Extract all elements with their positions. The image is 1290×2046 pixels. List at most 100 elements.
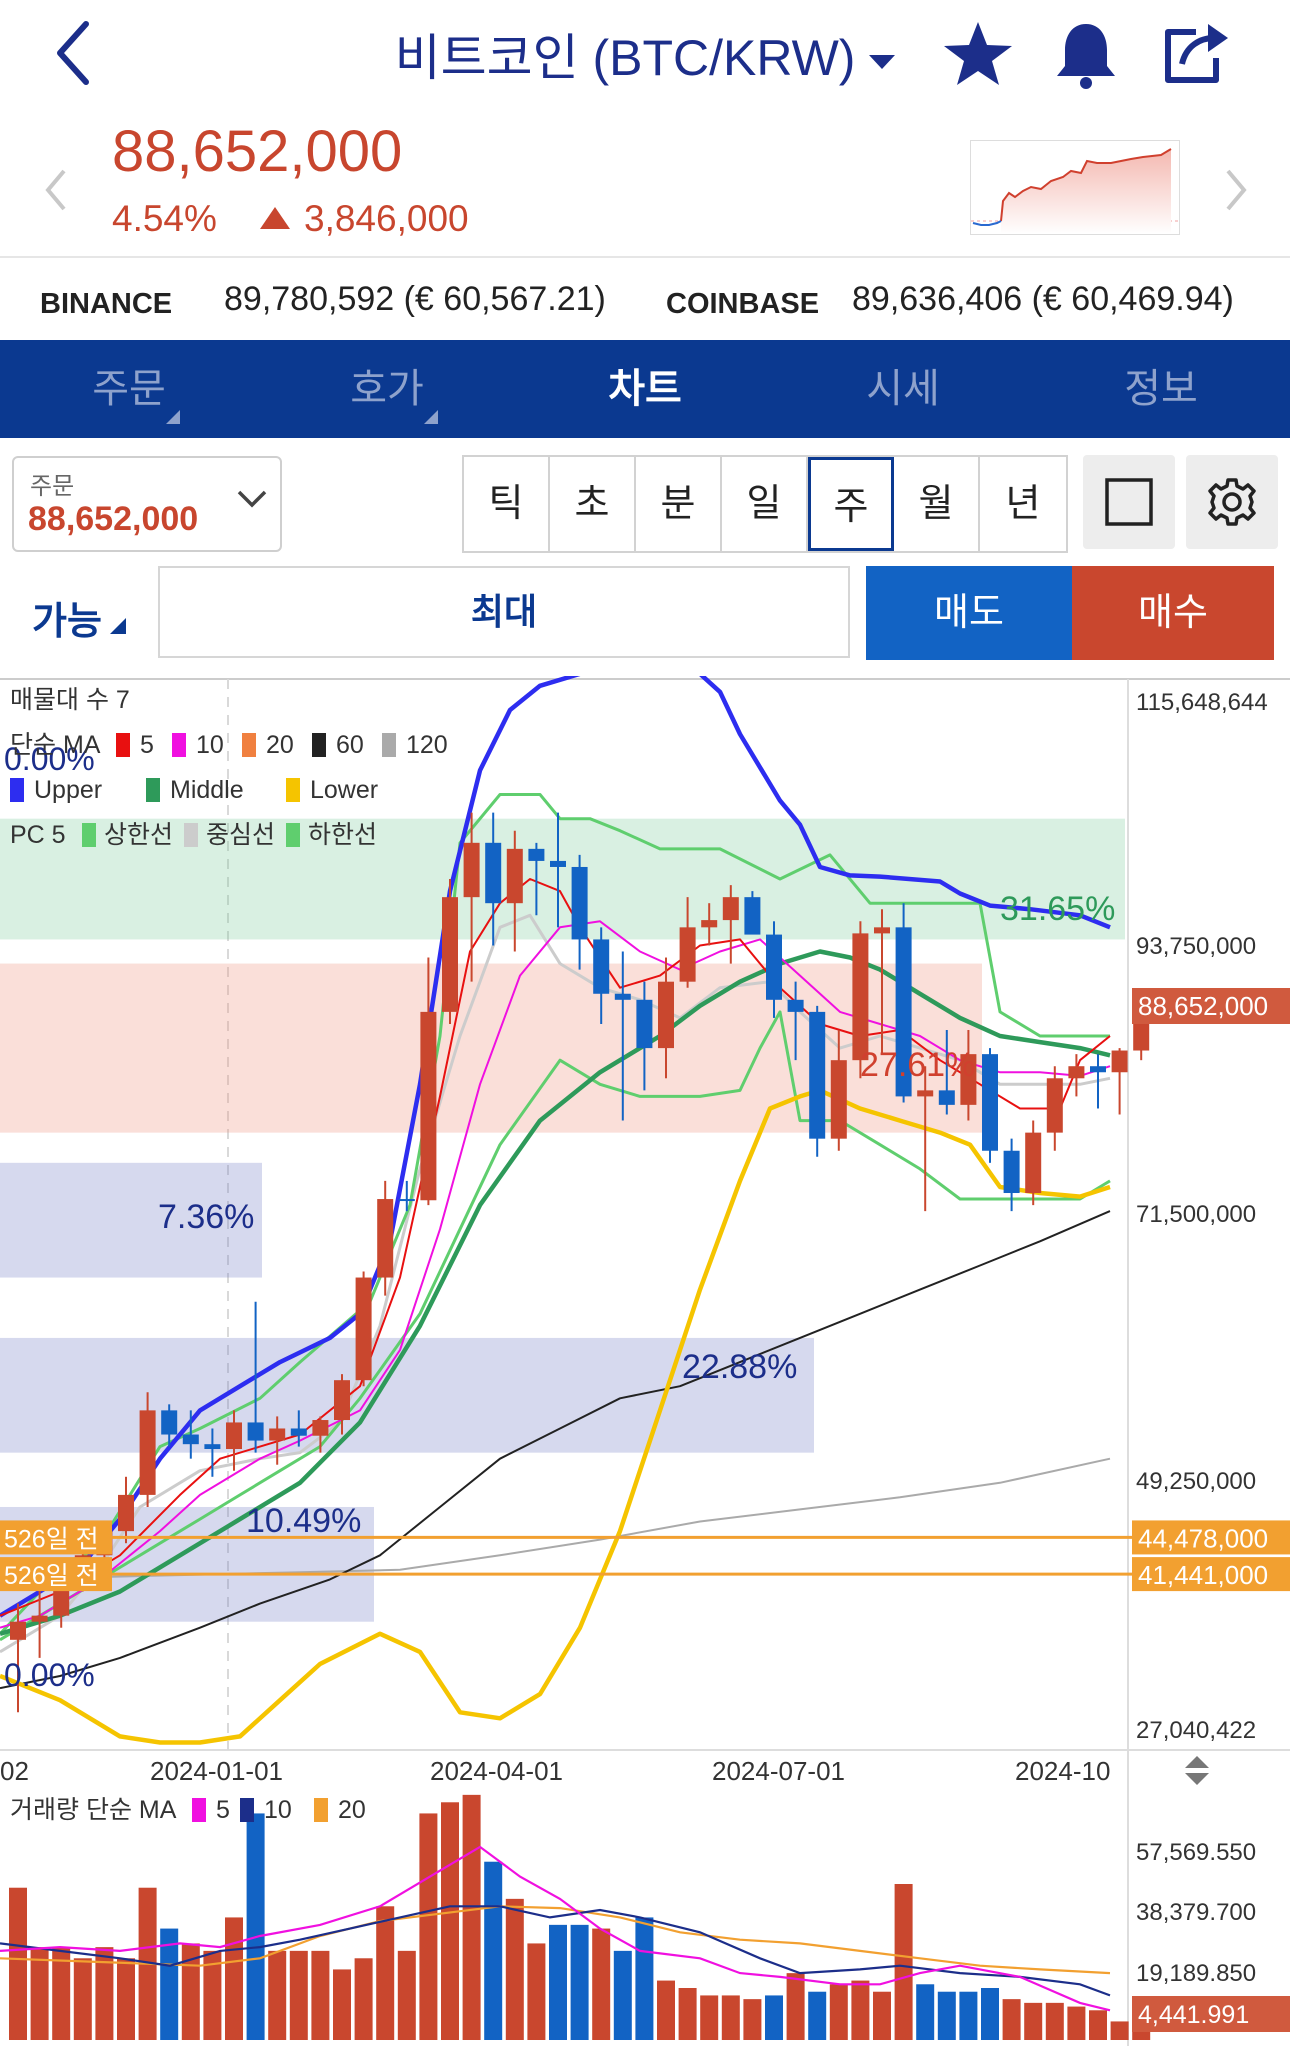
volume-profile-label: 7.36% — [158, 1198, 254, 1236]
x-axis-tick-label: 2024-10 — [1015, 1756, 1110, 1786]
share-icon[interactable] — [1156, 16, 1232, 92]
period-tick[interactable]: 틱 — [464, 457, 550, 551]
y-axis-tick-label: 71,500,000 — [1136, 1201, 1256, 1228]
volume-bar — [484, 1861, 503, 2040]
fullscreen-button[interactable] — [1083, 455, 1175, 549]
star-icon[interactable] — [940, 16, 1016, 92]
volume-bar — [505, 1898, 524, 2040]
period-month[interactable]: 월 — [894, 457, 980, 551]
volume-bar — [1089, 2010, 1107, 2040]
tab-market-price[interactable]: 시세 — [774, 340, 1032, 438]
volume-bar — [549, 1924, 567, 2040]
x-axis-tick-label: 2024-01-01 — [150, 1756, 283, 1786]
legend-swatch — [314, 1798, 328, 1822]
candle-body — [722, 897, 739, 921]
candle-body — [1068, 1066, 1085, 1079]
volume-bar — [592, 1928, 611, 2040]
x-axis-tick-label: 2024-07-01 — [712, 1756, 845, 1786]
volume-bar — [1024, 2002, 1043, 2040]
legend-swatch — [82, 823, 96, 847]
volume-profile-label: 0.00% — [4, 1657, 95, 1693]
price-level-label: 41,441,000 — [1138, 1560, 1268, 1590]
volume-legend-item: 5 — [216, 1796, 230, 1824]
available-label: 가능 — [32, 601, 102, 643]
volume-bar — [1067, 2006, 1086, 2040]
exchange-value-binance: 89,780,592 (€ 60,567.21) — [224, 280, 606, 318]
tab-order[interactable]: 주문 — [0, 340, 258, 438]
bollinger-upper-line — [0, 676, 1111, 1618]
candle-body — [852, 933, 869, 1061]
change-amount: 3,846,000 — [260, 198, 469, 240]
available-amount-toggle[interactable]: 가능 — [32, 590, 126, 645]
corner-indicator-icon — [109, 618, 126, 634]
buy-button[interactable]: 매수 — [1072, 566, 1274, 660]
volume-bar — [117, 1958, 135, 2040]
volume-legend-title: 거래량 단순 MA — [10, 1796, 177, 1824]
period-second[interactable]: 초 — [550, 457, 636, 551]
volume-profile-label: 22.88% — [682, 1348, 797, 1386]
y-axis-tick-label: 27,040,422 — [1136, 1717, 1256, 1744]
candle-body — [830, 1060, 847, 1139]
bell-icon[interactable] — [1048, 16, 1124, 92]
candle-body — [377, 1199, 394, 1278]
volume-bar — [937, 1991, 956, 2040]
next-arrow-icon[interactable] — [1214, 165, 1254, 215]
price-chart[interactable]: 526일 전 44,478,000 526일 전 41,441,000 0.00% 31.… — [0, 676, 1290, 2046]
candle-body — [809, 1011, 826, 1139]
volume-bar — [829, 1984, 848, 2040]
mini-price-chart[interactable] — [970, 140, 1180, 235]
candle-body — [226, 1422, 242, 1450]
exchange-name-binance: BINANCE — [40, 288, 173, 320]
x-axis-tick-label: 02 — [0, 1756, 29, 1786]
ma-legend-item: 60 — [336, 731, 364, 759]
volume-profile-legend: 매물대 수 7 — [10, 686, 130, 714]
candle-body — [701, 920, 718, 928]
pc-legend-item: 상한선 — [104, 821, 173, 849]
volume-bar — [1045, 2002, 1064, 2040]
period-minute[interactable]: 분 — [636, 457, 722, 551]
volume-bar — [721, 1995, 740, 2040]
candle-body — [593, 939, 610, 994]
volume-bar — [678, 1988, 697, 2040]
tab-orderbook[interactable]: 호가 — [258, 340, 516, 438]
legend-swatch — [146, 778, 160, 802]
candle-body — [334, 1380, 350, 1421]
tab-label: 호가 — [350, 367, 424, 411]
candle-body — [420, 1011, 437, 1201]
volume-bar — [765, 1995, 783, 2040]
volume-y-tick-label: 57,569.550 — [1136, 1839, 1256, 1866]
candle-body — [31, 1615, 48, 1622]
chevron-down-icon — [237, 490, 267, 508]
max-amount-button[interactable]: 최대 — [158, 566, 850, 658]
period-year[interactable]: 년 — [980, 457, 1066, 551]
candle-body — [1090, 1066, 1106, 1073]
gear-icon — [1208, 478, 1256, 526]
volume-bar — [1002, 1999, 1021, 2040]
settings-button[interactable] — [1186, 455, 1278, 549]
exchange-value-coinbase: 89,636,406 (€ 60,469.94) — [852, 280, 1234, 318]
volume-bar — [397, 1950, 416, 2040]
candle-body — [506, 848, 523, 904]
y-axis-tick-label: 93,750,000 — [1136, 933, 1256, 960]
pc-legend-title: PC 5 — [10, 821, 66, 849]
legend-swatch — [286, 778, 300, 802]
candle-body — [744, 897, 761, 935]
period-week[interactable]: 주 — [808, 457, 894, 551]
tab-chart[interactable]: 차트 — [516, 340, 774, 438]
tab-info[interactable]: 정보 — [1032, 340, 1290, 438]
prev-arrow-icon[interactable] — [38, 165, 78, 215]
sell-button[interactable]: 매도 — [866, 566, 1072, 660]
candle-body — [182, 1434, 199, 1445]
period-day[interactable]: 일 — [722, 457, 808, 551]
candle-body — [463, 842, 480, 898]
period-selector: 틱 초 분 일 주 월 년 — [462, 455, 1068, 553]
volume-legend-item: 20 — [338, 1796, 366, 1824]
legend-swatch — [312, 733, 326, 757]
page-title-text: 비트코인 (BTC/KRW) — [394, 30, 856, 86]
up-triangle-icon — [260, 207, 290, 229]
main-tab-bar: 주문 호가 차트 시세 정보 — [0, 340, 1290, 438]
x-axis-tick-label: 2024-04-01 — [430, 1756, 563, 1786]
candle-body — [269, 1428, 286, 1441]
volume-bar — [743, 1999, 762, 2040]
candle-body — [614, 993, 631, 1000]
